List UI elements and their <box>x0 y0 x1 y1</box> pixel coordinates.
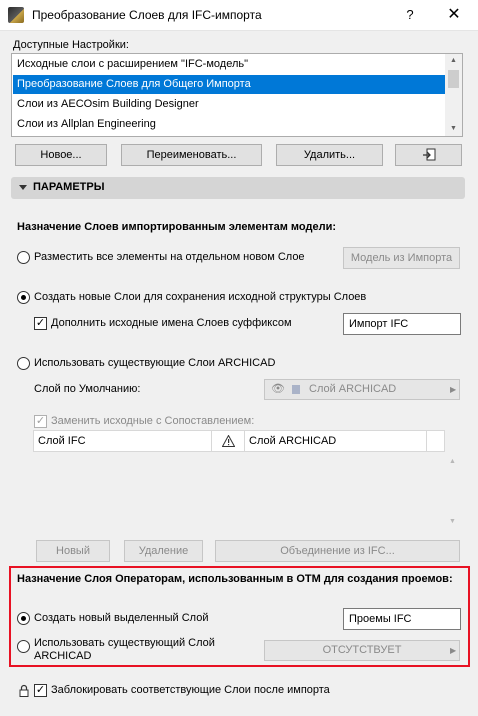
lock-icon <box>19 684 29 700</box>
scroll-down-icon[interactable]: ▼ <box>445 122 462 136</box>
default-layer-value: Слой ARCHICAD <box>309 383 397 395</box>
delete-preset-button[interactable]: Удалить... <box>276 144 383 166</box>
radio-new-opening-layer-label: Создать новый выделенный Слой <box>34 612 209 624</box>
suffix-checkbox-label: Дополнить исходные имена Слоев суффиксом <box>51 317 292 329</box>
help-button[interactable]: ? <box>398 5 422 25</box>
radio-existing-opening-layer-label-1: Использовать существующий Слой <box>34 637 215 649</box>
lock-layers-checkbox[interactable]: ✓ <box>34 684 47 697</box>
presets-label: Доступные Настройки: <box>13 39 129 51</box>
list-item[interactable]: Исходные слои с расширением "IFC-модель" <box>13 55 446 74</box>
mapping-new-button[interactable]: Новый <box>36 540 110 562</box>
title-bar: Преобразование Слоев для IFC-импорта ? ✕ <box>0 0 478 31</box>
import-preset-button[interactable] <box>395 144 462 166</box>
warning-icon <box>212 431 245 451</box>
scroll-up-icon[interactable]: ▲ <box>449 458 456 465</box>
dropdown-arrow-icon: ▶ <box>450 385 457 394</box>
list-item[interactable]: Слои из AECOsim Building Designer <box>13 95 446 114</box>
import-model-layer-field[interactable]: Модель из Импорта <box>343 247 460 269</box>
opening-layers-heading: Назначение Слоя Операторам, использованн… <box>17 573 453 585</box>
radio-single-layer[interactable] <box>17 251 30 264</box>
section-title: ПАРАМЕТРЫ <box>33 181 105 193</box>
replace-checkbox[interactable]: ✓ <box>34 415 47 428</box>
dropdown-arrow-icon: ▶ <box>450 646 457 655</box>
opening-layer-input[interactable]: Проемы IFC <box>343 608 461 630</box>
new-preset-button[interactable]: Новое... <box>15 144 107 166</box>
rename-preset-button[interactable]: Переименовать... <box>121 144 262 166</box>
mapping-delete-button[interactable]: Удаление <box>124 540 203 562</box>
list-item[interactable]: Слои из Allplan Engineering <box>13 115 446 134</box>
default-layer-dropdown[interactable]: 👁 Слой ARCHICAD ▶ <box>264 379 460 400</box>
col-ifc-layer: Слой IFC <box>34 431 212 451</box>
layer-icon <box>292 385 300 394</box>
radio-new-layers[interactable] <box>17 291 30 304</box>
radio-new-opening-layer[interactable] <box>17 612 30 625</box>
eye-icon: 👁 <box>271 383 285 395</box>
default-layer-label: Слой по Умолчанию: <box>34 383 141 395</box>
presets-list[interactable]: Исходные слои с расширением "IFC-модель"… <box>11 53 463 137</box>
replace-checkbox-label: Заменить исходные с Сопоставлением: <box>51 415 255 427</box>
collapse-triangle-icon[interactable] <box>19 185 27 190</box>
radio-new-layers-label: Создать новые Слои для сохранения исходн… <box>34 291 367 303</box>
list-item-selected[interactable]: Преобразование Слоев для Общего Импорта <box>13 75 446 94</box>
col-archicad-layer: Слой ARCHICAD <box>245 431 427 451</box>
radio-existing-opening-layer-label-2: ARCHICAD <box>34 650 92 662</box>
scroll-down-icon[interactable]: ▼ <box>449 518 456 525</box>
mapping-table: Слой IFC Слой ARCHICAD <box>33 430 445 530</box>
window-title: Преобразование Слоев для IFC-импорта <box>32 8 262 22</box>
import-icon <box>422 148 435 161</box>
existing-opening-layer-dropdown[interactable]: ОТСУТСТВУЕТ ▶ <box>264 640 460 661</box>
radio-existing-layers-label: Использовать существующие Слои ARCHICAD <box>34 357 276 369</box>
mapping-table-scrollbar[interactable]: ▲ ▼ <box>447 430 461 530</box>
existing-opening-layer-value: ОТСУТСТВУЕТ <box>322 644 402 656</box>
suffix-input[interactable]: Импорт IFC <box>343 313 461 335</box>
radio-existing-opening-layer[interactable] <box>17 640 30 653</box>
mapping-table-header: Слой IFC Слой ARCHICAD <box>33 430 445 452</box>
parameters-section-header[interactable]: ПАРАМЕТРЫ <box>11 177 465 199</box>
scroll-up-icon[interactable]: ▲ <box>445 54 462 68</box>
radio-single-layer-label: Разместить все элементы на отдельном нов… <box>34 251 305 263</box>
merge-from-ifc-button[interactable]: Объединение из IFC... <box>215 540 460 562</box>
model-layers-heading: Назначение Слоев импортированным элемент… <box>17 221 337 233</box>
archicad-app-icon <box>8 7 24 23</box>
scroll-thumb[interactable] <box>448 70 459 88</box>
radio-existing-layers[interactable] <box>17 357 30 370</box>
presets-scrollbar[interactable]: ▲ ▼ <box>445 54 462 136</box>
suffix-checkbox[interactable]: ✓ <box>34 317 47 330</box>
close-button[interactable]: ✕ <box>440 4 468 26</box>
lock-layers-label: Заблокировать соответствующие Слои после… <box>51 684 330 696</box>
